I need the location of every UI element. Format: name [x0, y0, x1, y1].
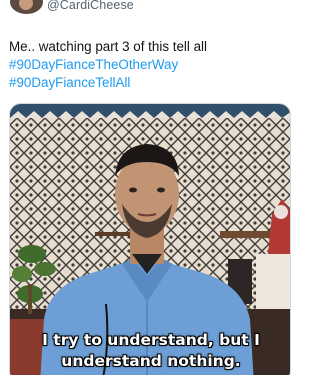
hashtag-link[interactable]: #90DayFianceTellAll	[9, 74, 294, 92]
tweet-media[interactable]: I try to understand, but I understand no…	[9, 103, 291, 375]
tweet-text: Me.. watching part 3 of this tell all #9…	[9, 38, 294, 92]
tweet-header: @CardiCheese	[0, 0, 300, 18]
video-subtitle-line: understand nothing.	[61, 352, 241, 370]
hashtag-link[interactable]: #90DayFianceTheOtherWay	[9, 56, 294, 74]
tweet-text-line: Me.. watching part 3 of this tell all	[9, 39, 207, 54]
user-handle[interactable]: @CardiCheese	[47, 0, 134, 12]
avatar-face	[19, 0, 33, 10]
avatar[interactable]	[10, 0, 43, 14]
video-subtitle-line: I try to understand, but I	[42, 331, 260, 349]
